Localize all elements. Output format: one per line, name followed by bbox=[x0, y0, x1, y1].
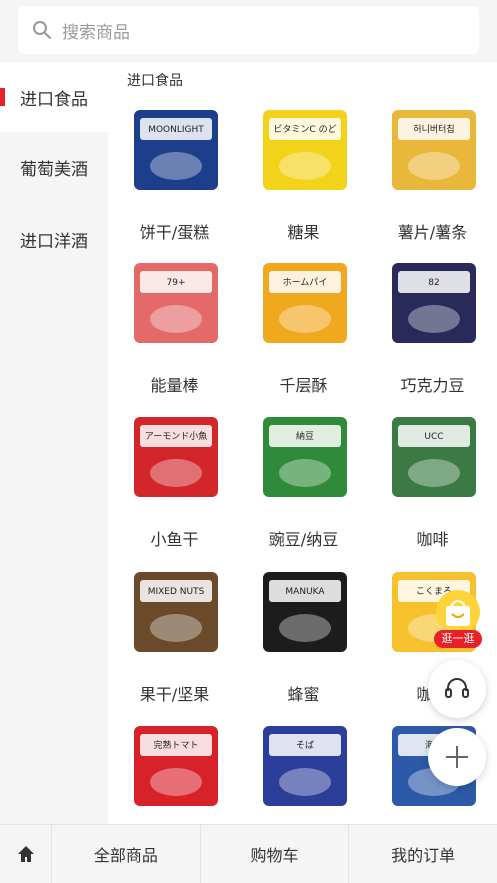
product-cell[interactable]: ホームパイ 千层酥 bbox=[239, 251, 368, 406]
product-image-text: 82 bbox=[428, 278, 440, 288]
product-image-text: MIXED NUTS bbox=[147, 587, 205, 597]
sidebar-item-wine[interactable]: 葡萄美酒 bbox=[0, 132, 108, 202]
product-image: 82 bbox=[382, 251, 486, 355]
sidebar-item-imported-liquor[interactable]: 进口洋酒 bbox=[0, 204, 108, 274]
product-image-text: MANUKA HONEY bbox=[285, 587, 325, 597]
product-image-text: UCC bbox=[424, 432, 444, 442]
product-cell[interactable]: ビタミンC のど飴糖果 bbox=[239, 98, 368, 253]
product-label: 糖果 bbox=[287, 223, 320, 242]
product-label: 小鱼干 bbox=[150, 530, 199, 549]
sidebar-item-imported-food[interactable]: 进口食品 bbox=[0, 62, 108, 132]
tab-all-products[interactable]: 全部商品 bbox=[52, 825, 201, 883]
product-image: ホームパイ bbox=[253, 251, 357, 355]
tab-my-orders[interactable]: 我的订单 bbox=[349, 825, 497, 883]
product-label: 蜂蜜 bbox=[287, 685, 320, 704]
product-image-text: アーモンド小魚 bbox=[144, 432, 208, 442]
promo-badge[interactable]: 逛一逛 bbox=[428, 588, 488, 652]
search-icon bbox=[33, 21, 51, 39]
product-image: 허니버터칩 bbox=[382, 98, 486, 202]
product-cell[interactable]: 82 巧克力豆 bbox=[368, 251, 497, 406]
search-placeholder: 搜索商品 bbox=[62, 22, 130, 43]
product-cell[interactable]: MOONLIGHT 饼干/蛋糕 bbox=[110, 98, 239, 253]
product-image-text: ホームパイ bbox=[282, 278, 328, 288]
product-cell[interactable]: MIXED NUTS 果干/坚果 bbox=[110, 560, 239, 715]
section-title: 进口食品 bbox=[127, 73, 183, 89]
product-label: 千层酥 bbox=[279, 376, 328, 395]
product-image-text: MOONLIGHT bbox=[148, 125, 204, 135]
product-image-text: 허니버터칩 bbox=[413, 125, 455, 135]
product-label: 巧克力豆 bbox=[400, 376, 465, 395]
product-image: アーモンド小魚 bbox=[124, 405, 228, 509]
search-input[interactable]: 搜索商品 bbox=[18, 6, 479, 54]
sidebar-item-label: 进口食品 bbox=[20, 89, 88, 110]
product-cell[interactable]: そば bbox=[239, 714, 368, 824]
product-image: ビタミンC のど飴 bbox=[253, 98, 357, 202]
product-label: 果干/坚果 bbox=[139, 685, 210, 704]
product-image: MOONLIGHT bbox=[124, 98, 228, 202]
plus-icon bbox=[446, 746, 468, 768]
home-icon bbox=[17, 846, 34, 862]
headset-icon bbox=[445, 678, 469, 698]
product-cell[interactable]: UCC 咖啡 bbox=[368, 405, 497, 560]
product-image: MANUKA HONEY bbox=[253, 560, 357, 664]
product-cell[interactable]: MANUKA HONEY 蜂蜜 bbox=[239, 560, 368, 715]
bottom-tabbar: 全部商品 购物车 我的订单 bbox=[0, 824, 497, 883]
product-label: 饼干/蛋糕 bbox=[139, 223, 210, 242]
tab-cart[interactable]: 购物车 bbox=[201, 825, 350, 883]
product-image: 完熟トマト bbox=[124, 714, 228, 818]
promo-label: 逛一逛 bbox=[434, 630, 482, 648]
product-label: 能量棒 bbox=[150, 376, 199, 395]
sidebar-item-label: 进口洋酒 bbox=[20, 231, 88, 252]
search-bar: 搜索商品 bbox=[0, 0, 497, 62]
product-cell[interactable]: 허니버터칩 薯片/薯条 bbox=[368, 98, 497, 253]
product-cell[interactable]: アーモンド小魚小鱼干 bbox=[110, 405, 239, 560]
product-label: 薯片/薯条 bbox=[397, 223, 468, 242]
sidebar-item-label: 葡萄美酒 bbox=[20, 159, 88, 180]
product-image: そば bbox=[253, 714, 357, 818]
product-label: 咖啡 bbox=[416, 530, 449, 549]
home-tab[interactable] bbox=[0, 825, 52, 883]
product-image: MIXED NUTS bbox=[124, 560, 228, 664]
customer-service-button[interactable] bbox=[428, 660, 486, 718]
category-sidebar: 进口食品 葡萄美酒 进口洋酒 bbox=[0, 62, 108, 824]
product-image: UCC bbox=[382, 405, 486, 509]
product-cell[interactable]: 納豆豌豆/纳豆 bbox=[239, 405, 368, 560]
product-image-text: 完熟トマト bbox=[153, 741, 199, 751]
product-image-text: ビタミンC のど飴 bbox=[273, 125, 337, 135]
product-image-text: 79+ bbox=[166, 278, 186, 288]
product-image-text: そば bbox=[295, 741, 314, 751]
product-cell[interactable]: 79+ 能量棒 bbox=[110, 251, 239, 406]
product-cell[interactable]: 完熟トマト bbox=[110, 714, 239, 824]
product-image: 納豆 bbox=[253, 405, 357, 509]
product-image-text: 納豆 bbox=[295, 432, 314, 442]
product-image: 79+ bbox=[124, 251, 228, 355]
add-button[interactable] bbox=[428, 728, 486, 786]
product-label: 豌豆/纳豆 bbox=[268, 530, 339, 549]
